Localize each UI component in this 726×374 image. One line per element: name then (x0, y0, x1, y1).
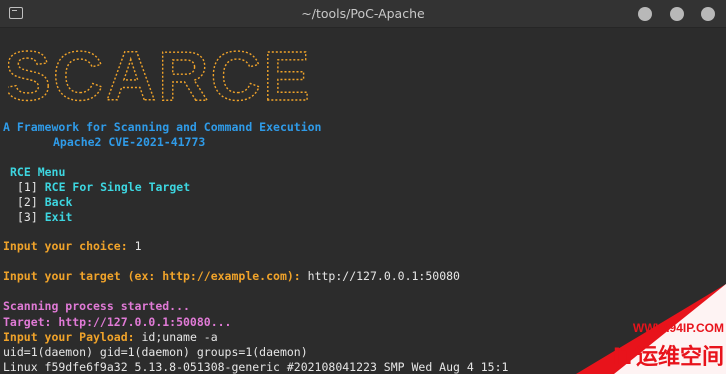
banner-subtitle: A Framework for Scanning and Command Exe… (3, 120, 322, 134)
close-button[interactable] (701, 7, 715, 21)
menu-item-index: [3] (17, 210, 38, 224)
payload-prompt: Input your Payload: id;uname -a (3, 330, 218, 344)
choice-label: Input your choice: (3, 239, 128, 253)
maximize-button[interactable] (670, 7, 684, 21)
menu-item-label: RCE For Single Target (44, 180, 191, 194)
target-prompt: Input your target (ex: http://example.co… (3, 269, 460, 283)
target-label: Input your target (ex: http://example.co… (3, 269, 301, 283)
window-titlebar: ~/tools/PoC-Apache (0, 0, 726, 28)
watermark-brand: IT运维空间 (613, 344, 724, 370)
menu-item-1: [1] RCE For Single Target (17, 180, 190, 194)
menu-item-index: [2] (17, 195, 38, 209)
banner-cve: Apache2 CVE-2021-41773 (53, 135, 206, 149)
target-value: http://127.0.0.1:50080 (307, 269, 460, 283)
menu-title: RCE Menu (10, 165, 66, 179)
menu-item-3: [3] Exit (17, 210, 72, 224)
menu-item-index: [1] (17, 180, 38, 194)
command-output-line: uid=1(daemon) gid=1(daemon) groups=1(dae… (3, 345, 308, 359)
scan-started: Scanning process started... (3, 299, 190, 313)
watermark-logo: WWW.94IP.COM IT运维空间 (576, 284, 726, 374)
menu-item-2: [2] Back (17, 195, 72, 209)
payload-value: id;uname -a (141, 330, 218, 344)
scan-target: Target: http://127.0.0.1:50080... (3, 315, 232, 329)
minimize-button[interactable] (638, 7, 652, 21)
window-title: ~/tools/PoC-Apache (301, 6, 425, 21)
choice-value: 1 (134, 239, 142, 253)
logo-text: SCARCE (8, 42, 308, 110)
menu-item-label: Exit (44, 210, 73, 224)
choice-prompt: Input your choice: 1 (3, 239, 142, 253)
command-output-line: Linux f59dfe6f9a32 5.13.8-051308-generic… (3, 360, 509, 374)
menu-item-label: Back (44, 195, 73, 209)
payload-label: Input your Payload: (3, 330, 135, 344)
scarce-ascii-logo: SCARCE (8, 42, 308, 110)
watermark-url: WWW.94IP.COM (633, 321, 724, 335)
